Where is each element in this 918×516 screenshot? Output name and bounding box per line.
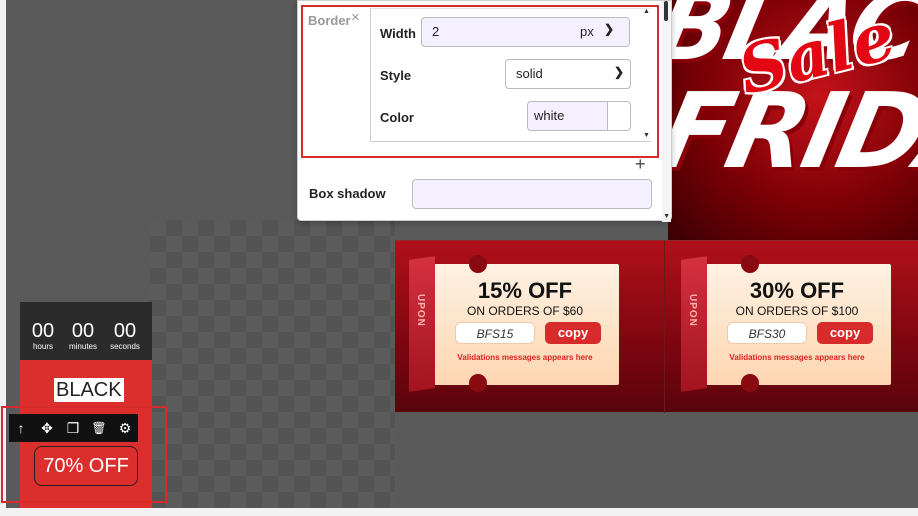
scroll-down-icon[interactable]: ▼ <box>643 132 650 139</box>
coupon-title: 30% OFF <box>749 278 845 303</box>
properties-panel: ▼ Border × Width 2 px ❯ Style solid ❯ Co… <box>297 0 672 222</box>
trash-icon[interactable]: 🗑 <box>89 418 109 438</box>
countdown-timer: 00 hours 00 minutes 00 seconds <box>20 302 152 360</box>
timer-minutes: 00 minutes <box>66 320 100 351</box>
hero-banner[interactable]: BLAC FRIDA Sale <box>668 0 918 240</box>
discount-button[interactable]: 70% OFF <box>34 446 138 486</box>
coupon-panel: UPON 15% OFF ON ORDERS OF $60 BFS15 copy… <box>395 241 665 413</box>
coupon-ticket: UPON 30% OFF ON ORDERS OF $100 BFS30 cop… <box>681 255 891 392</box>
timer-value: 00 <box>113 320 137 342</box>
copy-button[interactable]: copy <box>545 322 601 344</box>
width-unit-select[interactable]: px <box>580 24 594 39</box>
ticket-notch <box>469 255 487 273</box>
coupon-title: 15% OFF <box>477 278 573 303</box>
coupon-code[interactable]: BFS30 <box>727 322 807 344</box>
timer-value: 00 <box>71 320 95 342</box>
scroll-up-icon[interactable]: ▲ <box>643 8 650 15</box>
coupon-subtitle: ON ORDERS OF $100 <box>735 304 859 318</box>
black-text-label[interactable]: BLACK <box>54 378 124 402</box>
ticket-stub-text: UPON <box>415 294 426 327</box>
coupon-subtitle: ON ORDERS OF $60 <box>466 304 584 318</box>
timer-unit: minutes <box>68 342 97 351</box>
gear-icon[interactable]: ⚙ <box>115 418 135 438</box>
copy-button[interactable]: copy <box>817 322 873 344</box>
width-label: Width <box>380 26 416 41</box>
duplicate-icon[interactable]: ❐ <box>63 418 83 438</box>
coupon-ticket: UPON 15% OFF ON ORDERS OF $60 BFS15 copy… <box>409 255 619 392</box>
coupon-code[interactable]: BFS15 <box>455 322 535 344</box>
chevron-down-icon[interactable]: ❯ <box>604 22 614 36</box>
border-section-label: Border <box>308 13 351 28</box>
arrow-up-icon[interactable]: ↑ <box>11 418 31 438</box>
coupon-strip: UPON 15% OFF ON ORDERS OF $60 BFS15 copy… <box>395 240 918 413</box>
border-width-input[interactable]: 2 <box>421 17 630 47</box>
color-swatch[interactable] <box>607 101 631 131</box>
box-shadow-label: Box shadow <box>309 186 386 201</box>
color-label: Color <box>380 110 414 125</box>
timer-seconds: 00 seconds <box>108 320 142 351</box>
chevron-down-icon[interactable]: ❯ <box>614 65 624 79</box>
timer-unit: hours <box>32 342 53 351</box>
border-style-select[interactable]: solid <box>505 59 631 89</box>
timer-value: 00 <box>31 320 55 342</box>
ticket-notch <box>469 374 487 392</box>
coupon-panel: UPON 30% OFF ON ORDERS OF $100 BFS30 cop… <box>665 241 918 413</box>
close-icon[interactable]: × <box>351 9 360 26</box>
add-border-button[interactable]: + <box>635 155 646 173</box>
validation-message: Validations messages appears here <box>457 353 593 362</box>
transparent-background <box>150 220 395 508</box>
ticket-notch <box>741 374 759 392</box>
border-color-input[interactable]: white <box>527 101 607 131</box>
ticket-notch <box>741 255 759 273</box>
element-toolbar: ↑ ✥ ❐ 🗑 ⚙ <box>9 414 138 442</box>
style-label: Style <box>380 68 412 83</box>
panel-scrollbar[interactable]: ▼ <box>662 1 671 222</box>
move-icon[interactable]: ✥ <box>37 418 57 438</box>
ticket-stub-text: UPON <box>687 294 698 327</box>
scroll-down-icon[interactable]: ▼ <box>663 213 670 220</box>
timer-hours: 00 hours <box>26 320 60 351</box>
bottom-strip <box>0 508 918 516</box>
timer-unit: seconds <box>110 342 140 351</box>
panel-scrollbar-thumb[interactable] <box>664 1 668 21</box>
box-shadow-input[interactable] <box>412 179 652 209</box>
validation-message: Validations messages appears here <box>729 353 865 362</box>
